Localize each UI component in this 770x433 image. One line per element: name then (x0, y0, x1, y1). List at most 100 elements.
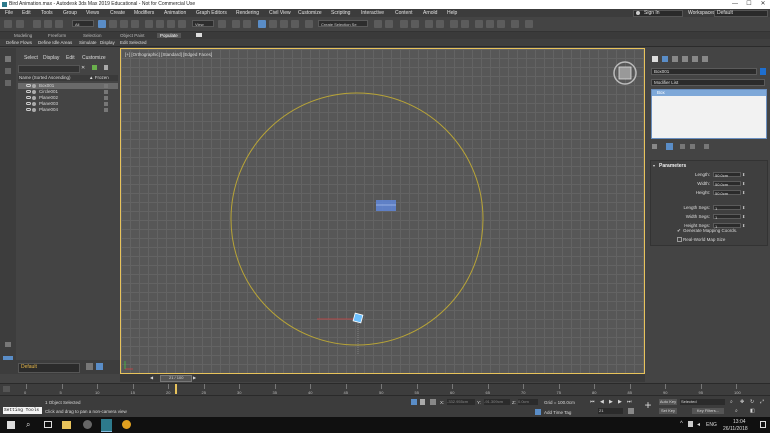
tray-arrow-icon[interactable]: ^ (680, 421, 683, 427)
show-end-result-icon[interactable] (666, 143, 673, 150)
autodesk-icon[interactable] (83, 420, 92, 429)
window-crossing-icon[interactable] (131, 20, 139, 28)
move-icon[interactable] (145, 20, 153, 28)
minimize-button[interactable]: — (728, 0, 742, 9)
edit-selected-button[interactable]: Edit Selected (120, 40, 147, 45)
spinner-arrows-icon[interactable]: ⬍ (742, 190, 745, 195)
display-button[interactable]: Display (100, 40, 115, 45)
visibility-icon[interactable] (26, 90, 31, 93)
select-manipulate-icon[interactable] (232, 20, 240, 28)
spinner-arrows-icon[interactable]: ⬍ (742, 223, 745, 228)
mirror-icon[interactable] (374, 20, 382, 28)
gen-mapping-checkbox[interactable]: ✔ (677, 228, 681, 234)
set-key-big-icon[interactable]: + (641, 398, 655, 412)
selection-filter-dropdown[interactable]: All (72, 20, 94, 27)
previous-frame-icon[interactable]: ◀ (600, 399, 604, 405)
menu-customize[interactable]: Customize (298, 10, 322, 16)
param-spinner[interactable]: 1 (713, 214, 741, 220)
spinner-arrows-icon[interactable]: ⬍ (742, 214, 745, 219)
menu-rendering[interactable]: Rendering (236, 10, 259, 16)
set-key-button[interactable]: Set Key (659, 408, 677, 414)
zoom-icon[interactable]: ⌕ (730, 399, 733, 405)
clock-date[interactable]: 26/11/2018 (723, 426, 748, 432)
explorer-tab-display[interactable]: Display (43, 55, 59, 61)
configure-sets-icon[interactable] (704, 144, 709, 149)
display-tab-icon[interactable] (692, 56, 698, 62)
zoom-all-icon[interactable]: ⌕ (735, 408, 738, 414)
visibility-icon[interactable] (26, 84, 31, 87)
task-view-icon[interactable] (44, 421, 52, 428)
scale-icon[interactable] (167, 20, 175, 28)
volume-icon[interactable]: ◂ (697, 421, 700, 428)
maxscript-listener[interactable]: Setting Tools (3, 407, 42, 414)
x-coordinate-field[interactable]: -332.955cm (447, 399, 475, 405)
notifications-icon[interactable] (760, 421, 766, 428)
snaps-toggle-icon[interactable] (258, 20, 266, 28)
menu-file[interactable]: File (5, 10, 13, 16)
toggle-layer-explorer-icon[interactable] (411, 20, 419, 28)
remove-modifier-icon[interactable] (690, 144, 695, 149)
param-spinner[interactable]: 50.0cm (713, 181, 741, 187)
clock-time[interactable]: 13:04 (733, 419, 746, 425)
name-column-header[interactable]: Name (Sorted Ascending) (19, 75, 71, 80)
render-setup-icon[interactable] (475, 20, 483, 28)
rendered-frame-window-icon[interactable] (486, 20, 494, 28)
tab-modeling[interactable]: Modeling (14, 33, 32, 38)
modify-tab-icon[interactable] (662, 56, 668, 62)
reference-coord-dropdown[interactable]: View (192, 20, 214, 27)
search-icon[interactable]: ⌕ (26, 420, 30, 430)
menu-views[interactable]: Views (86, 10, 99, 16)
hierarchy-tab-icon[interactable] (672, 56, 678, 62)
spinner-arrows-icon[interactable]: ⬍ (742, 181, 745, 186)
rollout-toggle-icon[interactable]: ▾ (653, 163, 655, 168)
make-unique-icon[interactable] (680, 144, 685, 149)
select-by-name-icon[interactable] (109, 20, 117, 28)
explorer-tab-edit[interactable]: Edit (66, 55, 75, 61)
menu-scripting[interactable]: Scripting (331, 10, 350, 16)
freeze-icon[interactable] (104, 108, 108, 112)
menu-content[interactable]: Content (395, 10, 413, 16)
undo-icon[interactable] (4, 20, 12, 28)
modifier-list-dropdown[interactable]: Modifier List (651, 79, 765, 86)
percent-snap-icon[interactable] (280, 20, 288, 28)
menu-create[interactable]: Create (110, 10, 125, 16)
explorer-tab-select[interactable]: Select (24, 55, 38, 61)
select-filter-icon[interactable] (5, 68, 11, 74)
spinner-snap-icon[interactable] (291, 20, 299, 28)
freeze-icon[interactable] (104, 84, 108, 88)
align-icon[interactable] (385, 20, 393, 28)
visibility-icon[interactable] (26, 96, 31, 99)
menu-graph-editors[interactable]: Graph Editors (196, 10, 227, 16)
maximize-button[interactable]: ☐ (742, 0, 756, 9)
pin-stack-icon[interactable] (652, 144, 657, 149)
motion-tab-icon[interactable] (682, 56, 688, 62)
go-to-end-icon[interactable]: ⏭ (627, 399, 632, 405)
clear-search-icon[interactable]: ✕ (81, 65, 85, 71)
menu-group[interactable]: Group (63, 10, 77, 16)
keyboard-shortcut-icon[interactable] (243, 20, 251, 28)
close-button[interactable]: ✕ (756, 0, 770, 9)
object-name-field[interactable]: Box001 (651, 68, 757, 75)
unlink-icon[interactable] (44, 20, 52, 28)
simulate-button[interactable]: Simulate (79, 40, 97, 45)
tab-selection[interactable]: Selection (83, 33, 102, 38)
place-icon[interactable] (178, 20, 186, 28)
rollout-title[interactable]: Parameters (659, 163, 686, 169)
auto-key-button[interactable]: Auto Key (659, 399, 677, 405)
go-to-start-icon[interactable]: ⏮ (590, 399, 595, 405)
time-config-icon[interactable] (628, 408, 634, 414)
freeze-icon[interactable] (104, 96, 108, 100)
selected-dropdown[interactable]: Selected (680, 399, 725, 405)
y-coordinate-field[interactable]: -91.309cm (484, 399, 510, 405)
spinner-arrows-icon[interactable]: ⬍ (742, 172, 745, 177)
visibility-icon[interactable] (26, 108, 31, 111)
material-editor-icon[interactable] (461, 20, 469, 28)
key-filters-button[interactable]: Key Filters... (692, 408, 724, 414)
menu-help[interactable]: Help (447, 10, 457, 16)
curve-editor-icon[interactable] (436, 20, 444, 28)
edit-named-sets-icon[interactable] (305, 20, 313, 28)
frozen-column-header[interactable]: ▲ Frozen (89, 75, 109, 80)
menu-interactive[interactable]: Interactive (361, 10, 384, 16)
abs-mode-icon[interactable] (430, 399, 436, 405)
layer-explorer-icon[interactable] (96, 363, 103, 370)
